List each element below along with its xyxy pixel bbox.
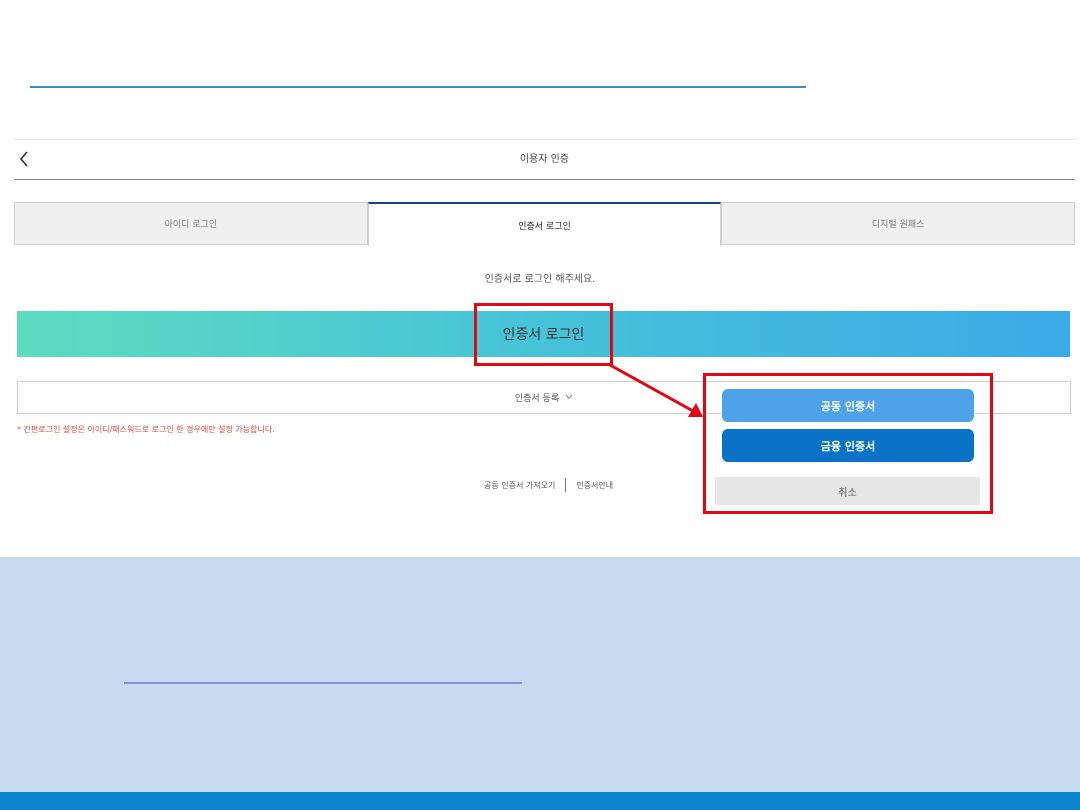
- tab-cert-login[interactable]: 인증서 로그인: [367, 202, 722, 246]
- login-tabs: 아이디 로그인 인증서 로그인 디지털 원패스: [14, 202, 1076, 246]
- cert-register-label: 인증서 등록: [514, 394, 560, 404]
- import-cert-link[interactable]: 공동 인증서 가져오기: [484, 480, 555, 491]
- easy-login-notice: * 간편로그인 설정은 아이디/패스워드로 로그인 한 경우에만 설정 가능합니…: [17, 425, 275, 434]
- highlight-cert-options: [703, 373, 993, 514]
- highlight-cert-login: [474, 303, 613, 366]
- chevron-down-icon: [565, 393, 573, 402]
- top-divider-line: [30, 86, 806, 88]
- tab-id-login[interactable]: 아이디 로그인: [14, 202, 368, 245]
- footer-area: [0, 557, 1080, 792]
- footer-bar: [0, 792, 1080, 810]
- login-prompt: 인증서로 로그인 해주세요.: [484, 274, 596, 285]
- tab-digital-onepass[interactable]: 디지털 원패스: [721, 202, 1076, 245]
- cert-guide-link[interactable]: 인증서안내: [576, 480, 613, 491]
- page-header: 이용자 인증: [14, 139, 1075, 180]
- footer-divider-line: [124, 682, 522, 684]
- cert-links: 공동 인증서 가져오기 인증서안내: [484, 478, 613, 492]
- link-divider: [565, 478, 567, 492]
- page-title: 이용자 인증: [519, 154, 570, 165]
